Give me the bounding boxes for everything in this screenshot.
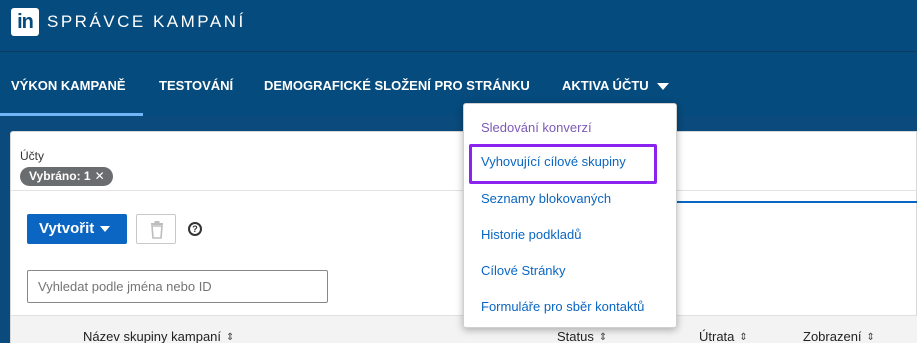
menu-item-conversion-tracking[interactable]: Sledování konverzí: [481, 120, 592, 135]
column-label: Zobrazení: [803, 329, 862, 343]
trash-icon: [151, 221, 163, 239]
column-spend[interactable]: Útrata ⇕: [699, 329, 748, 343]
column-label: Útrata: [699, 329, 735, 343]
column-label: Status: [557, 329, 594, 343]
highlight-box: [469, 144, 657, 184]
help-icon[interactable]: ?: [188, 222, 202, 236]
sort-icon[interactable]: ⇕: [599, 332, 607, 343]
main-tabs: VÝKON KAMPANĚ TESTOVÁNÍ DEMOGRAFICKÉ SLO…: [0, 52, 917, 116]
tab-underline: [676, 201, 917, 203]
column-campaign-group-name[interactable]: Název skupiny kampaní ⇕: [83, 329, 234, 343]
top-bar: in SPRÁVCE KAMPANÍ: [0, 0, 917, 52]
account-assets-dropdown: Sledování konverzí Vyhovující cílové sku…: [463, 103, 677, 328]
column-label: Název skupiny kampaní: [83, 329, 222, 343]
delete-button[interactable]: [136, 214, 176, 244]
close-icon[interactable]: ✕: [95, 169, 105, 183]
menu-item-blocklists[interactable]: Seznamy blokovaných: [481, 191, 611, 206]
column-impressions[interactable]: Zobrazení ⇕: [803, 329, 875, 343]
sort-icon[interactable]: ⇕: [867, 332, 875, 343]
tab-demographics[interactable]: DEMOGRAFICKÉ SLOŽENÍ PRO STRÁNKU: [264, 78, 530, 93]
active-tab-indicator: [0, 113, 143, 116]
chip-label: Vybráno: 1: [29, 169, 91, 183]
create-button[interactable]: Vytvořit: [27, 214, 127, 244]
app-title: SPRÁVCE KAMPANÍ: [47, 12, 246, 31]
tab-account-assets[interactable]: AKTIVA ÚČTU: [562, 78, 669, 93]
column-status[interactable]: Status ⇕: [557, 329, 607, 343]
chevron-down-icon: [656, 83, 669, 91]
linkedin-logo[interactable]: in: [11, 8, 39, 36]
sort-icon[interactable]: ⇕: [226, 332, 234, 343]
tab-account-assets-label: AKTIVA ÚČTU: [562, 78, 649, 93]
tab-campaign-performance[interactable]: VÝKON KAMPANĚ: [11, 78, 126, 93]
create-button-label: Vytvořit: [39, 220, 95, 237]
menu-item-landing-pages[interactable]: Cílové Stránky: [481, 263, 566, 278]
menu-item-asset-history[interactable]: Historie podkladů: [481, 227, 581, 242]
menu-item-lead-gen-forms[interactable]: Formuláře pro sběr kontaktů: [481, 299, 644, 314]
sort-icon[interactable]: ⇕: [739, 332, 747, 343]
search-input[interactable]: [27, 270, 328, 303]
accounts-label: Účty: [20, 149, 44, 163]
tab-testing[interactable]: TESTOVÁNÍ: [159, 78, 233, 93]
selected-accounts-chip[interactable]: Vybráno: 1 ✕: [20, 167, 113, 186]
chevron-down-icon: [100, 226, 111, 233]
